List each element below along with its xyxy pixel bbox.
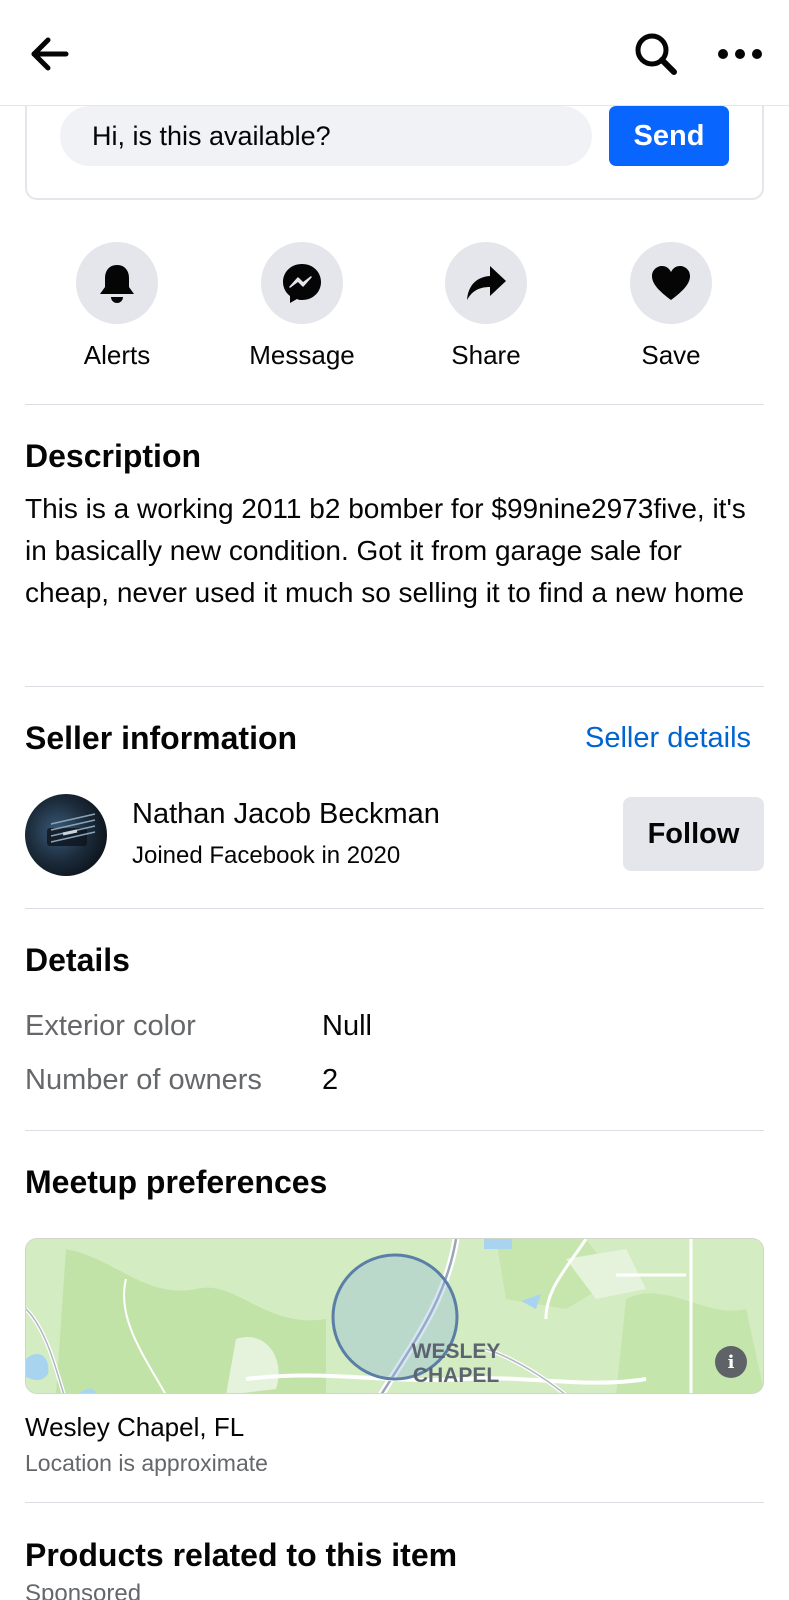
action-row: Alerts Message Share Save — [0, 242, 789, 372]
send-button[interactable]: Send — [609, 106, 729, 166]
message-label: Message — [249, 340, 355, 370]
related-products-heading: Products related to this item — [25, 1537, 458, 1573]
alerts-button[interactable]: Alerts — [42, 242, 192, 371]
divider — [25, 404, 764, 405]
seller-details-link[interactable]: Seller details — [585, 722, 751, 755]
share-label: Share — [451, 340, 521, 370]
share-icon — [445, 242, 527, 324]
bell-icon — [76, 242, 158, 324]
seller-joined-text: Joined Facebook in 2020 — [132, 842, 401, 869]
location-map[interactable] — [25, 1238, 764, 1394]
heart-icon — [630, 242, 712, 324]
seller-name[interactable]: Nathan Jacob Beckman — [132, 798, 440, 831]
detail-value-exterior-color: Null — [322, 1010, 372, 1042]
more-options-icon[interactable] — [714, 30, 766, 78]
detail-label-number-of-owners: Number of owners — [25, 1064, 262, 1096]
location-name: Wesley Chapel, FL — [25, 1412, 245, 1442]
divider — [25, 1502, 764, 1503]
info-icon[interactable]: i — [715, 1346, 747, 1378]
search-icon[interactable] — [630, 28, 682, 80]
detail-label-exterior-color: Exterior color — [25, 1010, 196, 1042]
detail-value-number-of-owners: 2 — [322, 1064, 339, 1096]
description-heading: Description — [25, 438, 202, 474]
divider — [25, 908, 764, 909]
map-label-line1: WESLEY — [411, 1340, 501, 1363]
details-heading: Details — [25, 942, 130, 978]
location-note: Location is approximate — [25, 1450, 268, 1476]
share-button[interactable]: Share — [411, 242, 561, 371]
message-input[interactable]: Hi, is this available? — [60, 106, 592, 166]
save-label: Save — [641, 340, 701, 370]
description-text: This is a working 2011 b2 bomber for $99… — [25, 493, 746, 608]
divider — [25, 1130, 764, 1131]
message-button[interactable]: Message — [227, 242, 377, 371]
avatar[interactable] — [25, 794, 107, 876]
follow-button[interactable]: Follow — [623, 797, 764, 871]
map-place-label: WESLEY CHAPEL — [410, 1340, 502, 1388]
messenger-icon — [261, 242, 343, 324]
back-arrow-icon[interactable] — [26, 32, 74, 76]
map-label-line2: CHAPEL — [412, 1364, 500, 1387]
alerts-label: Alerts — [83, 340, 151, 370]
seller-info-heading: Seller information — [25, 720, 298, 756]
divider — [25, 686, 764, 687]
top-nav-bar — [0, 0, 789, 106]
meetup-heading: Meetup preferences — [25, 1164, 328, 1200]
sponsored-label: Sponsored — [25, 1580, 142, 1600]
save-button[interactable]: Save — [596, 242, 746, 371]
